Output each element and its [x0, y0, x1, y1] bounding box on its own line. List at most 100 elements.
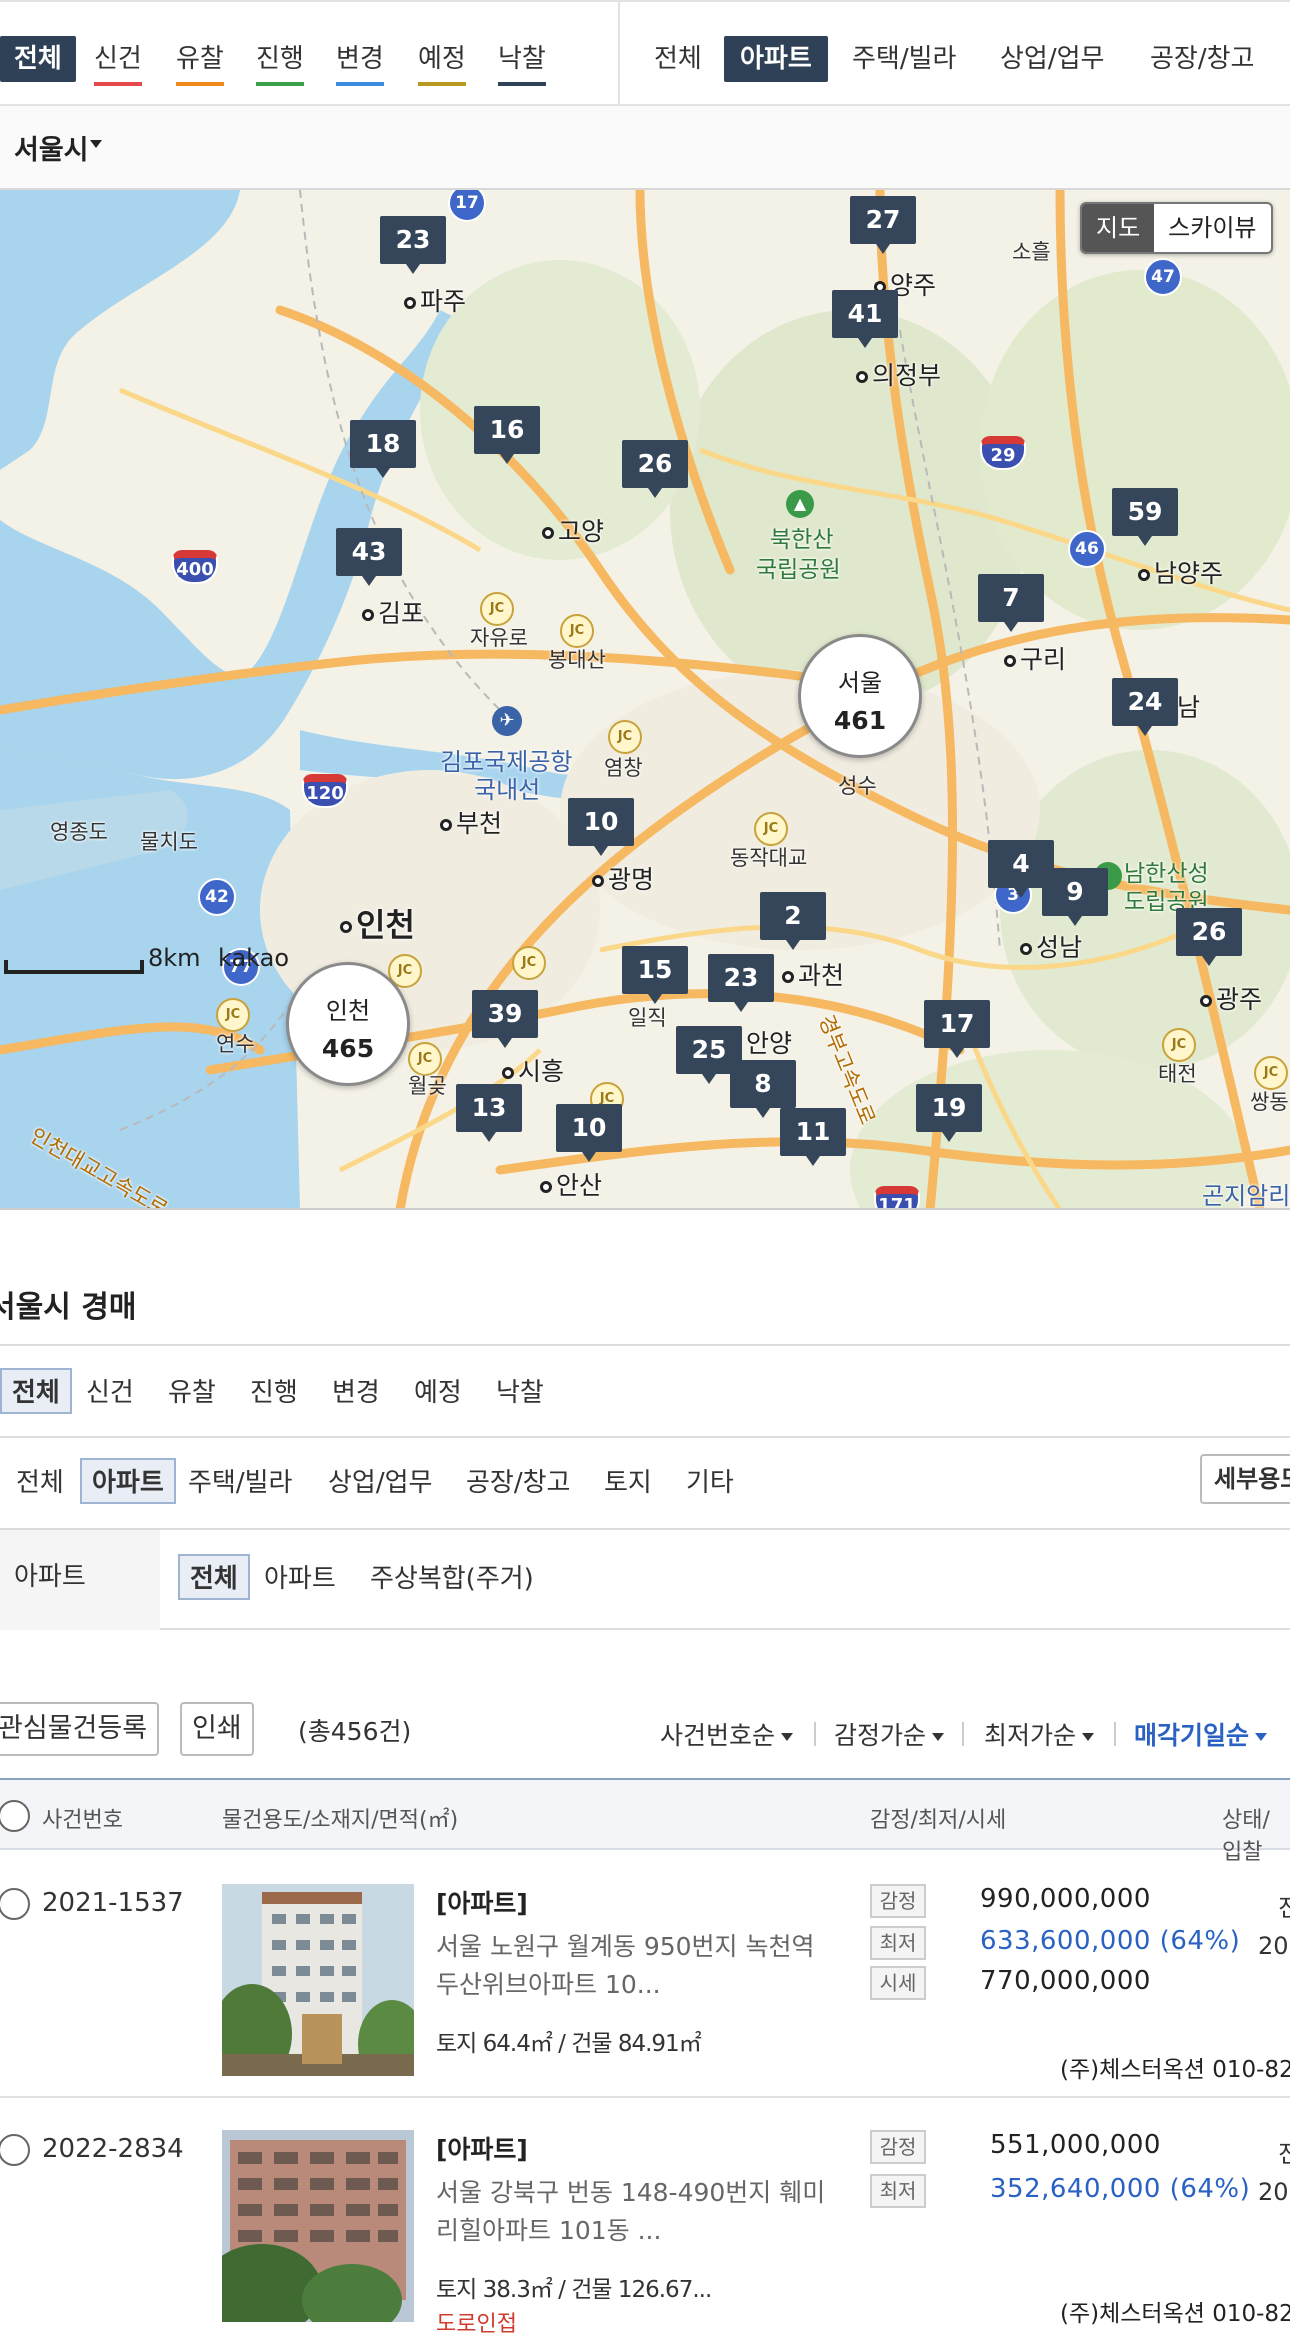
city-label: 영종도 — [50, 820, 108, 844]
status-filter-row: 전체 신건 유찰 진행 변경 예정 낙찰 — [0, 1344, 1290, 1436]
type-tab-house-villa[interactable]: 주택/빌라 — [852, 36, 956, 82]
select-all-checkbox[interactable] — [0, 1800, 30, 1832]
filter-subtype-mixed-use[interactable]: 주상복합(주거) — [370, 1556, 534, 1602]
cluster-marker[interactable]: 59 — [1112, 488, 1178, 546]
junction-icon: JC — [560, 614, 594, 648]
sort-minimum-price[interactable]: 최저가순 — [984, 1716, 1095, 1752]
filter-status-scheduled[interactable]: 예정 — [414, 1370, 462, 1416]
column-header-prices: 감정/최저/시세 — [870, 1808, 1007, 1833]
city-label: 자유로 — [470, 626, 528, 650]
register-interest-button[interactable]: 관심물건등록 — [0, 1702, 160, 1756]
filter-subtype-all[interactable]: 전체 — [178, 1554, 250, 1600]
cluster-marker[interactable]: 8 — [730, 1060, 796, 1118]
cluster-marker[interactable]: 24 — [1112, 678, 1178, 736]
region-bubble-incheon[interactable]: 인천 465 — [286, 962, 410, 1086]
cluster-marker[interactable]: 23 — [708, 954, 774, 1012]
print-button[interactable]: 인쇄 — [180, 1702, 254, 1756]
cluster-marker[interactable]: 26 — [1176, 908, 1242, 966]
cluster-marker[interactable]: 10 — [556, 1104, 622, 1162]
filter-type-all[interactable]: 전체 — [16, 1460, 64, 1506]
cluster-marker[interactable]: 39 — [472, 990, 538, 1048]
column-header-property: 물건용도/소재지/면적(㎡) — [222, 1808, 459, 1833]
filter-subtype-apartment[interactable]: 아파트 — [264, 1556, 336, 1602]
sort-case-number[interactable]: 사건번호순 — [660, 1716, 794, 1752]
property-address[interactable]: 서울 강북구 번동 148-490번지 훼미리힐아파트 101동 ... — [436, 2174, 836, 2250]
filter-status-progress[interactable]: 진행 — [250, 1370, 298, 1416]
status-tab-progress[interactable]: 진행 — [256, 36, 304, 86]
status-tab-sold[interactable]: 낙찰 — [498, 36, 546, 86]
type-tab-commercial[interactable]: 상업/업무 — [1000, 36, 1104, 82]
filter-status-changed[interactable]: 변경 — [332, 1370, 380, 1416]
cluster-marker[interactable]: 17 — [924, 1000, 990, 1058]
divider — [1114, 1722, 1116, 1746]
row-checkbox[interactable] — [0, 1888, 30, 1920]
status-tab-scheduled[interactable]: 예정 — [418, 36, 466, 86]
cluster-marker[interactable]: 18 — [350, 420, 416, 478]
cluster-marker[interactable]: 19 — [916, 1084, 982, 1142]
status-tab-changed[interactable]: 변경 — [336, 36, 384, 86]
agent-contact: (주)체스터옥션 010-82 — [1060, 2301, 1290, 2327]
cluster-marker[interactable]: 43 — [336, 528, 402, 586]
map[interactable]: 17 47 29 400 46 120 42 77 3 171 JC JC JC… — [0, 190, 1290, 1210]
table-row[interactable]: 2022-2834 [아파트] 서울 강북구 번동 148-490번지 훼미리힐… — [0, 2098, 1290, 2345]
city-marker-icon — [1138, 569, 1150, 581]
map-type-toggle: 지도 스카이뷰 — [1080, 202, 1273, 254]
city-marker-icon — [782, 971, 794, 983]
junction-icon: JC — [1254, 1056, 1288, 1090]
cluster-marker[interactable]: 41 — [832, 290, 898, 348]
cluster-marker[interactable]: 9 — [1042, 868, 1108, 926]
type-tab-apartment[interactable]: 아파트 — [724, 36, 828, 82]
city-label: 김포 — [362, 594, 424, 630]
city-name: 시흥 — [518, 1057, 565, 1086]
sort-sale-date[interactable]: 매각기일순 — [1134, 1716, 1268, 1752]
status-tab-all[interactable]: 전체 — [0, 36, 76, 82]
cluster-marker[interactable]: 10 — [568, 798, 634, 856]
status-tab-failed[interactable]: 유찰 — [176, 36, 224, 86]
cluster-marker[interactable]: 15 — [622, 946, 688, 1004]
property-address[interactable]: 서울 노원구 월계동 950번지 녹천역 두산위브아파트 10... — [436, 1928, 836, 2004]
filter-status-new[interactable]: 신건 — [86, 1370, 134, 1416]
type-tab-all[interactable]: 전체 — [654, 36, 702, 82]
property-thumbnail[interactable] — [222, 1884, 414, 2076]
filter-status-all[interactable]: 전체 — [0, 1368, 72, 1414]
filter-type-apartment[interactable]: 아파트 — [80, 1458, 176, 1504]
type-tab-factory[interactable]: 공장/창고 — [1150, 36, 1254, 82]
cluster-marker[interactable]: 7 — [978, 574, 1044, 632]
region-dropdown[interactable]: 서울시 — [14, 128, 89, 167]
filter-type-land[interactable]: 토지 — [604, 1460, 652, 1506]
city-name: 파주 — [420, 287, 467, 316]
cluster-marker[interactable]: 13 — [456, 1084, 522, 1142]
sort-label: 최저가순 — [984, 1721, 1077, 1750]
table-row[interactable]: 2021-1537 [아파트] 서울 노원구 월계동 950번지 녹천역 두산위… — [0, 1850, 1290, 2098]
filter-type-other[interactable]: 기타 — [686, 1460, 734, 1506]
property-thumbnail[interactable] — [222, 2130, 414, 2322]
filter-type-commercial[interactable]: 상업/업무 — [328, 1460, 432, 1506]
status-text: 진 — [1278, 2140, 1290, 2168]
cluster-marker[interactable]: 23 — [380, 216, 446, 274]
skyview-button[interactable]: 스카이뷰 — [1154, 204, 1270, 252]
highway-shield: 29 — [980, 436, 1026, 470]
filter-type-house-villa[interactable]: 주택/빌라 — [188, 1460, 292, 1506]
cluster-marker[interactable]: 16 — [474, 406, 540, 464]
row-checkbox[interactable] — [0, 2134, 30, 2166]
city-name: 광주 — [1216, 985, 1263, 1014]
sort-appraisal[interactable]: 감정가순 — [834, 1716, 945, 1752]
case-number[interactable]: 2022-2834 — [42, 2134, 184, 2164]
city-name: 광명 — [608, 865, 655, 894]
cluster-marker[interactable]: 2 — [760, 892, 826, 950]
status-tab-new[interactable]: 신건 — [94, 36, 142, 86]
filter-type-factory[interactable]: 공장/창고 — [466, 1460, 570, 1506]
cluster-marker[interactable]: 26 — [622, 440, 688, 498]
cluster-marker[interactable]: 27 — [850, 196, 916, 254]
top-filter-bar: 전체 신건 유찰 진행 변경 예정 낙찰 전체 아파트 주택/빌라 상업/업무 … — [0, 0, 1290, 106]
city-name: 안양 — [746, 1029, 793, 1058]
case-number[interactable]: 2021-1537 — [42, 1888, 184, 1918]
region-bubble-seoul[interactable]: 서울 461 — [798, 634, 922, 758]
cluster-marker[interactable]: 11 — [780, 1108, 846, 1166]
city-name: 인천 — [356, 906, 415, 944]
map-view-button[interactable]: 지도 — [1082, 204, 1155, 252]
detail-usage-button[interactable]: 세부용도 — [1200, 1454, 1290, 1504]
filter-status-failed[interactable]: 유찰 — [168, 1370, 216, 1416]
filter-status-sold[interactable]: 낙찰 — [496, 1370, 544, 1416]
status-underline — [498, 82, 546, 86]
